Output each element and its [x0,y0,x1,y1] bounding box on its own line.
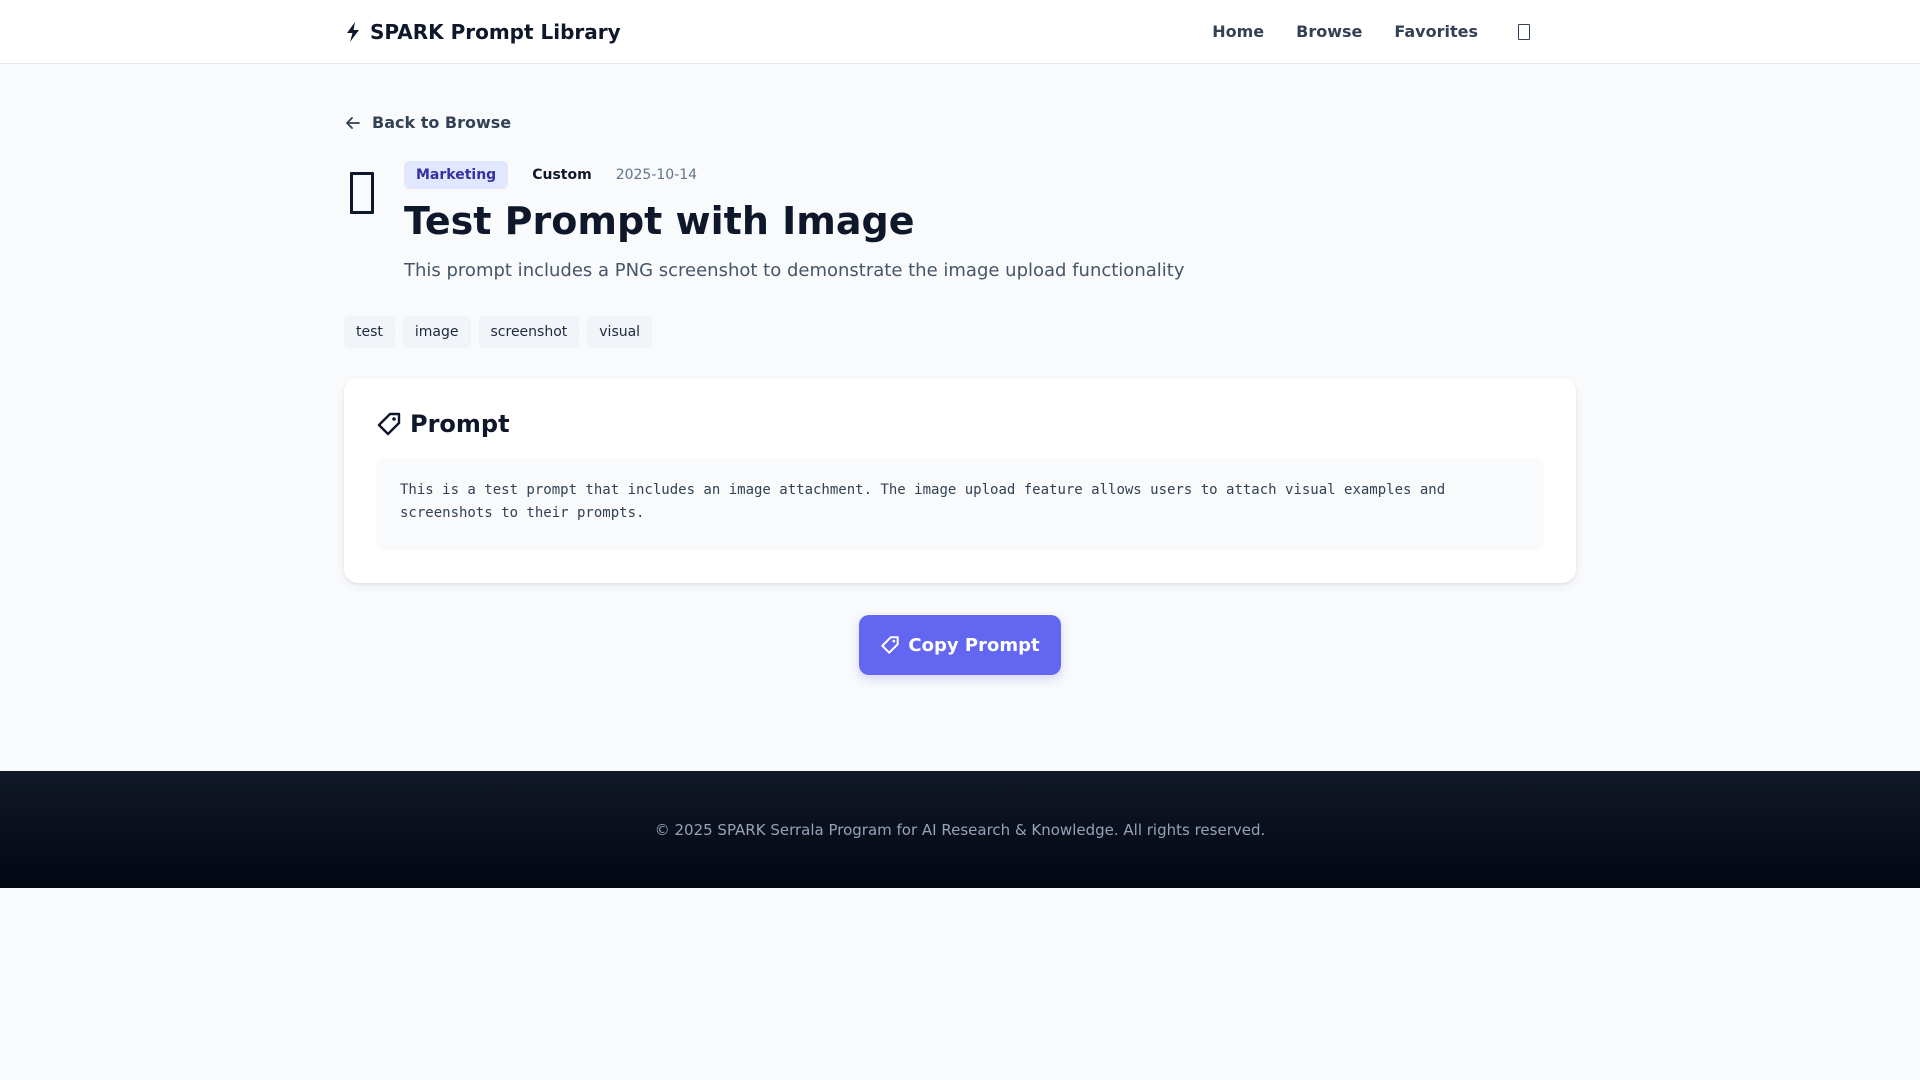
category-badge: Marketing [404,161,509,189]
prompt-text-box[interactable]: This is a test prompt that includes an i… [376,458,1544,551]
copy-prompt-button[interactable]: Copy Prompt [859,615,1061,675]
lightning-bolt-icon [347,22,359,42]
arrow-left-icon [346,116,360,129]
prompt-section-header: Prompt [376,410,510,438]
top-navigation-bar: SPARK Prompt Library Home Browse Favorit… [0,0,1920,64]
prompt-meta: Marketing Custom 2025-10-14 [404,161,697,189]
footer-copyright: © 2025 SPARK Serrala Program for AI Rese… [654,820,1266,839]
tag-chip[interactable]: test [344,316,395,348]
theme-toggle-icon[interactable] [1518,24,1530,40]
tag-chip[interactable]: visual [587,316,653,348]
nav-favorites-link[interactable]: Favorites [1394,18,1478,46]
copy-button-label: Copy Prompt [908,634,1040,656]
nav-browse-link[interactable]: Browse [1296,18,1362,46]
prompt-date: 2025-10-14 [615,167,698,183]
prompt-card: Prompt This is a test prompt that includ… [344,378,1576,583]
tag-icon [377,412,401,436]
nav-home-link[interactable]: Home [1212,18,1264,46]
tag-list: test image screenshot visual [344,316,653,348]
page-footer: © 2025 SPARK Serrala Program for AI Rese… [0,771,1920,888]
prompt-title: Test Prompt with Image [404,199,915,243]
prompt-body: This is a test prompt that includes an i… [400,482,1446,521]
tag-icon [881,636,900,654]
brand-title: SPARK Prompt Library [370,20,621,44]
prompt-section-title: Prompt [410,410,510,438]
back-link-label: Back to Browse [372,113,512,132]
tag-chip[interactable]: screenshot [478,316,580,348]
prompt-type: Custom [532,167,592,183]
main-nav: Home Browse Favorites [1212,18,1530,46]
tag-chip[interactable]: image [402,316,471,348]
back-to-browse-link[interactable]: Back to Browse [344,113,511,132]
brand-logo[interactable]: SPARK Prompt Library [344,18,621,46]
prompt-description: This prompt includes a PNG screenshot to… [404,260,1185,281]
prompt-image-icon [350,172,374,214]
